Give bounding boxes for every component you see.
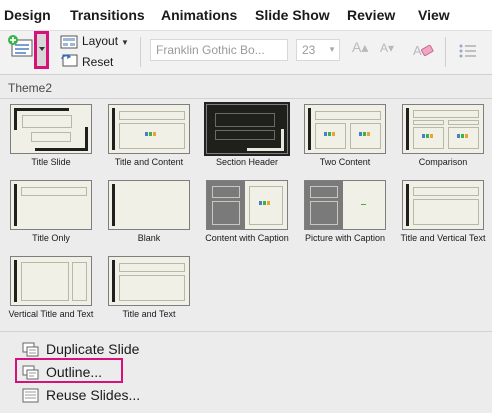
layout-thumbnail bbox=[402, 104, 484, 154]
svg-text:A: A bbox=[413, 43, 422, 58]
layout-thumbnail bbox=[206, 180, 288, 230]
layout-label: Section Header bbox=[215, 157, 279, 167]
layout-label: Layout bbox=[82, 34, 119, 48]
layout-label: Title and Text bbox=[122, 309, 176, 319]
layout-thumbnail bbox=[402, 180, 484, 230]
new-slide-layout-gallery: Theme2 Title Slide Title and Content Sec… bbox=[0, 74, 492, 413]
layout-thumbnail bbox=[10, 104, 92, 154]
tab-animations[interactable]: Animations bbox=[161, 7, 237, 23]
layout-thumbnail bbox=[204, 102, 290, 156]
reuse-slides-label: Reuse Slides... bbox=[46, 387, 141, 403]
layout-label: Picture with Caption bbox=[304, 233, 386, 243]
reset-icon bbox=[60, 53, 78, 67]
layout-label: Two Content bbox=[319, 157, 371, 167]
layout-title-and-content[interactable]: Title and Content bbox=[100, 104, 198, 174]
font-name-field[interactable]: Franklin Gothic Bo... bbox=[150, 39, 288, 61]
caret-down-icon: ▼ bbox=[121, 38, 129, 47]
ribbon-toolbar: Layout ▼ Reset Franklin Gothic Bo... 23 ▼… bbox=[0, 30, 492, 75]
layout-thumbnail bbox=[304, 180, 386, 230]
layout-thumbnail bbox=[304, 104, 386, 154]
layout-label: Vertical Title and Text bbox=[8, 309, 94, 319]
tab-view[interactable]: View bbox=[418, 7, 450, 23]
layout-label: Content with Caption bbox=[205, 233, 289, 243]
gallery-divider bbox=[0, 98, 492, 99]
bullets-icon[interactable] bbox=[458, 43, 478, 59]
tab-slide-show[interactable]: Slide Show bbox=[255, 7, 330, 23]
layout-title-slide[interactable]: Title Slide bbox=[2, 104, 100, 174]
layout-title-and-text[interactable]: Title and Text bbox=[100, 256, 198, 326]
layout-thumbnail bbox=[108, 256, 190, 306]
layout-thumbnail bbox=[10, 256, 92, 306]
tab-design[interactable]: Design bbox=[4, 7, 51, 23]
layout-button[interactable]: Layout ▼ bbox=[82, 34, 129, 48]
layout-thumbnail bbox=[10, 180, 92, 230]
content-icons bbox=[145, 132, 159, 138]
layout-label: Blank bbox=[137, 233, 161, 243]
layout-thumbnail bbox=[108, 180, 190, 230]
layout-icon bbox=[60, 35, 78, 49]
layout-label: Comparison bbox=[418, 157, 468, 167]
layout-content-with-caption[interactable]: Content with Caption bbox=[198, 180, 296, 250]
layout-title-and-vertical-text[interactable]: Title and Vertical Text bbox=[394, 180, 492, 250]
gallery-divider bbox=[0, 331, 492, 332]
duplicate-slide-icon bbox=[22, 342, 39, 357]
layout-label: Title Only bbox=[32, 233, 70, 243]
layout-thumbnail bbox=[108, 104, 190, 154]
outline-highlight-box bbox=[15, 358, 123, 383]
chevron-down-icon: ▼ bbox=[328, 45, 336, 54]
toolbar-divider bbox=[140, 37, 141, 67]
font-size-value: 23 bbox=[302, 43, 316, 57]
toolbar-divider bbox=[445, 37, 446, 67]
reset-button[interactable]: Reset bbox=[82, 55, 113, 69]
layout-two-content[interactable]: Two Content bbox=[296, 104, 394, 174]
font-size-field[interactable]: 23 ▼ bbox=[296, 39, 340, 61]
ribbon-tab-bar: Design Transitions Animations Slide Show… bbox=[0, 0, 492, 30]
grow-font-button[interactable]: A▴ bbox=[352, 39, 368, 61]
layout-label: Title and Content bbox=[114, 157, 184, 167]
layout-section-header[interactable]: Section Header bbox=[198, 102, 296, 174]
new-slide-icon[interactable] bbox=[6, 33, 34, 63]
tab-review[interactable]: Review bbox=[347, 7, 395, 23]
layout-blank[interactable]: Blank bbox=[100, 180, 198, 250]
layout-picture-with-caption[interactable]: Picture with Caption bbox=[296, 180, 394, 250]
reuse-slides-icon bbox=[22, 388, 39, 403]
shrink-font-button[interactable]: A▾ bbox=[380, 41, 394, 63]
chevron-down-icon bbox=[39, 47, 45, 51]
layout-label: Title and Vertical Text bbox=[400, 233, 486, 243]
layout-title-only[interactable]: Title Only bbox=[2, 180, 100, 250]
new-slide-dropdown-button[interactable] bbox=[34, 31, 49, 69]
layout-label: Title Slide bbox=[31, 157, 71, 167]
layout-vertical-title-and-text[interactable]: Vertical Title and Text bbox=[2, 256, 100, 326]
tab-transitions[interactable]: Transitions bbox=[70, 7, 145, 23]
clear-formatting-icon[interactable]: A bbox=[412, 41, 434, 59]
duplicate-slide-label: Duplicate Slide bbox=[46, 341, 140, 357]
theme-name: Theme2 bbox=[8, 81, 53, 95]
layout-comparison[interactable]: Comparison bbox=[394, 104, 492, 174]
